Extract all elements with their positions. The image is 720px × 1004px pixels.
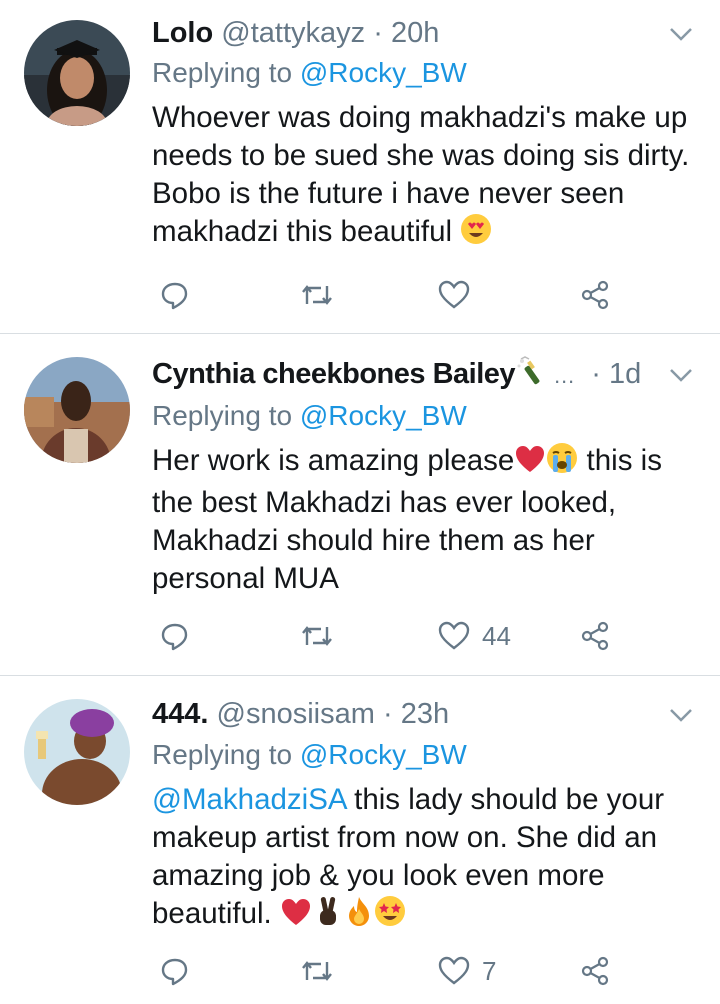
tweet-actions: 44 (152, 616, 622, 656)
tweet-text-content: Whoever was doing makhadzi's make up nee… (152, 101, 690, 248)
tweet-header: 444. @snosiisam · 23h (152, 695, 449, 733)
heart-icon (438, 956, 470, 985)
red-heart-emoji (514, 444, 546, 484)
retweet-button[interactable] (300, 951, 334, 991)
tweet-cynthia[interactable]: Cynthia cheekbones Bailey … · 1d Replyin… (0, 333, 720, 675)
share-icon (581, 956, 609, 986)
replying-prefix: Replying to (152, 739, 293, 770)
like-count: 44 (482, 620, 511, 651)
replying-mention[interactable]: @Rocky_BW (300, 57, 467, 88)
crying-face-emoji (546, 442, 578, 484)
share-icon (581, 621, 609, 651)
display-name[interactable]: 444. (152, 698, 208, 730)
tweet-444[interactable]: 444. @snosiisam · 23h Replying to @Rocky… (0, 675, 720, 1004)
reply-icon (161, 623, 188, 651)
fire-emoji (344, 895, 374, 937)
reply-button[interactable] (160, 616, 190, 656)
tweet-text: @MakhadziSA this lady should be your mak… (152, 781, 697, 937)
replying-prefix: Replying to (152, 57, 293, 88)
like-button[interactable]: 7 (438, 951, 496, 991)
share-button[interactable] (580, 616, 610, 656)
chevron-down-icon[interactable] (668, 705, 694, 725)
tweet-header: Lolo @tattykayz · 20h (152, 14, 439, 52)
timestamp[interactable]: 23h (401, 698, 449, 730)
tweet-text: Whoever was doing makhadzi's make up nee… (152, 99, 697, 255)
retweet-button[interactable] (300, 616, 334, 656)
tweet-lolo[interactable]: Lolo @tattykayz · 20h Replying to @Rocky… (0, 0, 720, 333)
like-button[interactable] (438, 275, 470, 315)
separator-dot: · (382, 698, 393, 730)
avatar[interactable] (24, 357, 130, 463)
replying-prefix: Replying to (152, 400, 293, 431)
name-ellipsis: … (553, 363, 576, 388)
replying-mention[interactable]: @Rocky_BW (300, 739, 467, 770)
avatar[interactable] (24, 20, 130, 126)
tweet-text-rest: the best Makhadzi has ever looked, Makha… (152, 486, 617, 595)
champagne-emoji (515, 355, 545, 397)
display-name[interactable]: Lolo (152, 17, 213, 49)
tweet-text: Her work is amazing please this is the b… (152, 442, 697, 598)
reply-button[interactable] (160, 951, 190, 991)
username[interactable]: @snosiisam (217, 698, 375, 730)
tweet-actions (152, 275, 622, 315)
heart-eyes-emoji (460, 213, 492, 255)
replying-to: Replying to @Rocky_BW (152, 55, 467, 91)
share-icon (581, 280, 609, 310)
username[interactable]: @tattykayz (221, 17, 365, 49)
timestamp[interactable]: 20h (391, 17, 439, 49)
separator-dot: · (591, 358, 601, 390)
display-name[interactable]: Cynthia cheekbones Bailey (152, 358, 516, 390)
body-mention[interactable]: @MakhadziSA (152, 783, 346, 816)
retweet-icon (302, 626, 332, 646)
reply-icon (161, 282, 188, 310)
chevron-down-icon[interactable] (668, 24, 694, 44)
replying-to: Replying to @Rocky_BW (152, 398, 467, 434)
reply-button[interactable] (160, 275, 190, 315)
separator-dot: · (373, 17, 383, 49)
heart-icon (438, 621, 470, 650)
tweet-text-line1: this lady should be your (345, 783, 665, 816)
heart-icon (438, 280, 470, 309)
tweet-text-after-emojis: this is (578, 444, 662, 477)
share-button[interactable] (580, 275, 610, 315)
victory-hand-emoji (312, 895, 344, 937)
replying-mention[interactable]: @Rocky_BW (300, 400, 467, 431)
retweet-button[interactable] (300, 275, 334, 315)
reply-icon (161, 958, 188, 986)
tweet-text-line1: Her work is amazing please (152, 444, 515, 477)
tweet-header: Cynthia cheekbones Bailey … · 1d (152, 355, 641, 397)
retweet-icon (302, 285, 332, 305)
star-struck-emoji (374, 895, 406, 937)
tweet-actions: 7 (152, 951, 622, 991)
red-heart-emoji (280, 897, 312, 937)
share-button[interactable] (580, 951, 610, 991)
avatar[interactable] (24, 699, 130, 805)
like-count: 7 (482, 955, 497, 986)
timestamp[interactable]: 1d (609, 358, 641, 390)
chevron-down-icon[interactable] (668, 365, 694, 385)
retweet-icon (302, 961, 332, 981)
like-button[interactable]: 44 (438, 616, 511, 656)
replying-to: Replying to @Rocky_BW (152, 737, 467, 773)
